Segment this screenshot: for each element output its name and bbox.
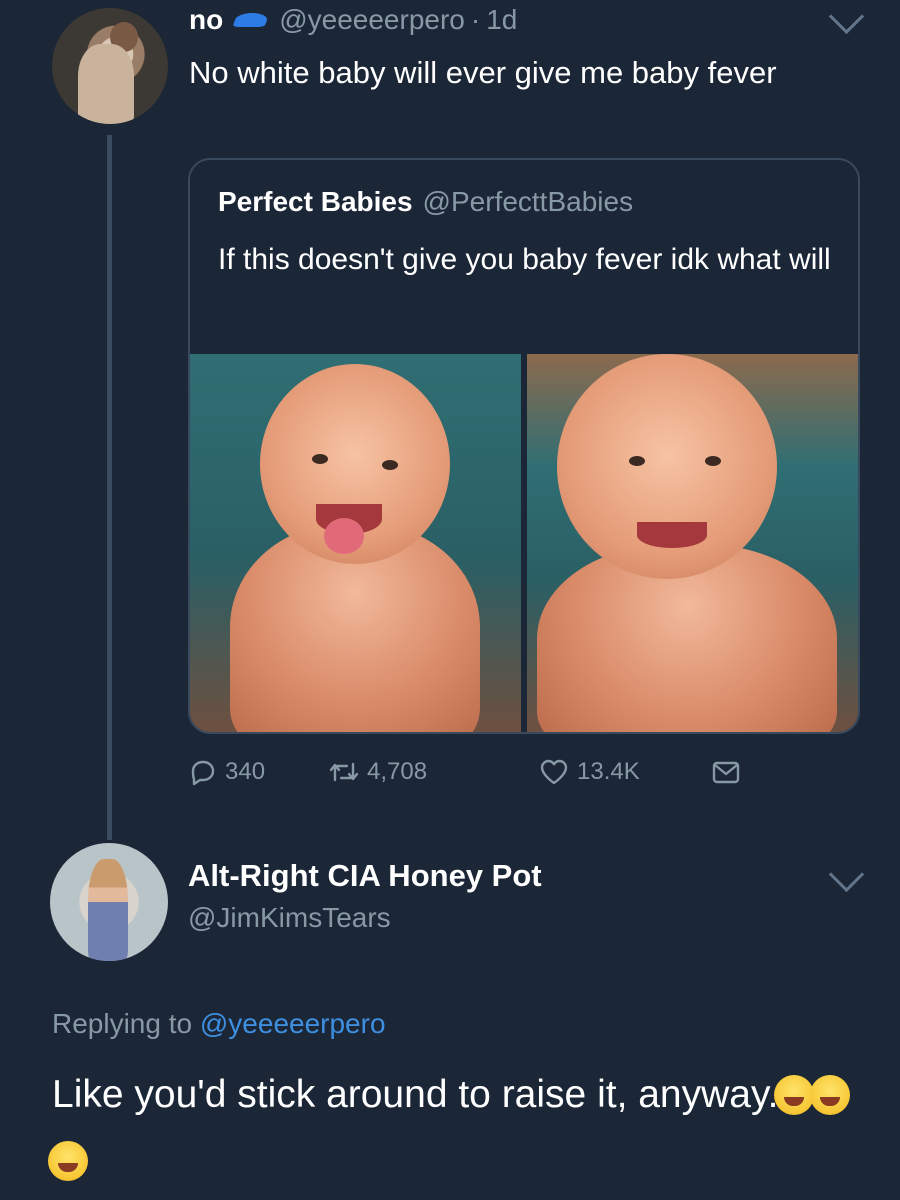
- tweet2-text: Like you'd stick around to raise it, any…: [52, 1073, 779, 1116]
- quoted-tweet-card[interactable]: Perfect Babies @PerfecttBabies If this do…: [188, 158, 860, 734]
- tweet1-header: no @yeeeeerpero · 1d: [189, 2, 517, 38]
- rolling-on-floor-laughing-emoji: [774, 1075, 815, 1115]
- reply-icon: [189, 758, 217, 786]
- baby-eye: [629, 456, 645, 466]
- share-icon: [711, 758, 741, 786]
- baby-photo-left[interactable]: [190, 354, 521, 732]
- baby-eye: [382, 460, 398, 470]
- baby-eye: [312, 454, 328, 464]
- avatar-figure: [88, 859, 128, 961]
- replying-to-link[interactable]: @yeeeeerpero: [200, 1008, 386, 1039]
- like-button[interactable]: 13.4K: [539, 758, 640, 786]
- baby-eye: [705, 456, 721, 466]
- tweet2-text-block: Like you'd stick around to raise it, any…: [48, 1062, 852, 1194]
- reply-button[interactable]: 340: [189, 758, 265, 786]
- quoted-tweet-text: If this doesn't give you baby fever idk …: [218, 243, 831, 276]
- tears-of-joy-emoji: [810, 1075, 851, 1115]
- tweet1-text: No white baby will ever give me baby fev…: [189, 55, 777, 90]
- tweet1-separator: ·: [470, 4, 481, 35]
- chevron-down-icon[interactable]: [828, 0, 865, 35]
- replying-to-line: Replying to @yeeeeerpero: [52, 1008, 386, 1040]
- blue-cap-icon: [232, 13, 270, 27]
- quoted-tweet-header: Perfect Babies @PerfecttBabies: [218, 184, 633, 220]
- thread-connector-line: [107, 135, 112, 840]
- tweet1-timestamp[interactable]: 1d: [486, 2, 517, 38]
- avatar-figure-body: [78, 44, 134, 124]
- retweet-count: 4,708: [367, 758, 428, 785]
- like-count: 13.4K: [577, 758, 640, 785]
- tweet1-display-name[interactable]: no: [189, 2, 223, 38]
- quoted-tweet-handle: @PerfecttBabies: [422, 186, 634, 217]
- retweet-button[interactable]: 4,708: [329, 758, 427, 786]
- replying-to-prefix: Replying to: [52, 1008, 193, 1039]
- like-icon: [539, 758, 569, 786]
- tweet1-handle[interactable]: @yeeeeerpero: [279, 2, 465, 38]
- tweet2-handle[interactable]: @JimKimsTears: [188, 902, 391, 934]
- grinning-face-emoji: [48, 1141, 88, 1181]
- reply-count: 340: [225, 758, 266, 785]
- retweet-icon: [329, 758, 359, 786]
- baby-photo-right[interactable]: [527, 354, 858, 732]
- share-button[interactable]: [711, 758, 749, 786]
- baby-tongue: [324, 518, 364, 554]
- quoted-tweet-display-name: Perfect Babies: [218, 186, 413, 217]
- tweet2-display-name[interactable]: Alt-Right CIA Honey Pot: [188, 858, 542, 894]
- baby-mouth: [637, 522, 707, 548]
- avatar-alt-right-cia-honey-pot[interactable]: [50, 843, 168, 961]
- avatar-no[interactable]: [52, 8, 168, 124]
- chevron-down-icon[interactable]: [828, 856, 865, 893]
